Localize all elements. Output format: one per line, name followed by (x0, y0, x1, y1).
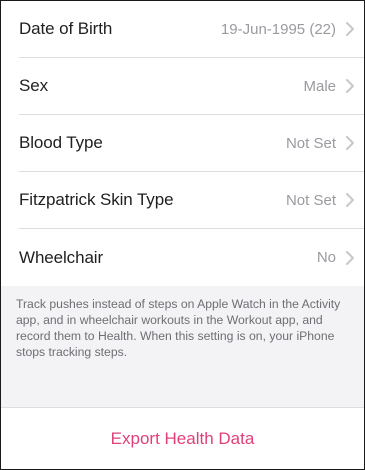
row-value: Male (303, 77, 336, 95)
row-value: Not Set (285, 134, 336, 152)
row-label: Date of Birth (19, 19, 113, 38)
wheelchair-footnote: Track pushes instead of steps on Apple W… (16, 297, 341, 359)
chevron-right-icon (346, 22, 354, 36)
chevron-right-icon (346, 193, 354, 207)
chevron-right-icon (346, 250, 354, 265)
wheelchair-footnote-group: Track pushes instead of steps on Apple W… (1, 286, 364, 408)
export-health-data-button[interactable]: Export Health Data (1, 408, 364, 469)
chevron-right-icon (346, 136, 354, 150)
row-value: Not Set (285, 191, 336, 209)
row-label: Blood Type (19, 133, 103, 152)
row-label: Sex (19, 76, 48, 95)
row-blood-type[interactable]: Blood Type Not Set (19, 115, 364, 172)
row-sex[interactable]: Sex Male (19, 58, 364, 115)
chevron-right-icon (346, 79, 354, 93)
row-label: Wheelchair (19, 247, 104, 267)
row-date-of-birth[interactable]: Date of Birth 19-Jun-1995 (22) (19, 1, 364, 58)
row-fitzpatrick-skin-type[interactable]: Fitzpatrick Skin Type Not Set (19, 172, 364, 229)
row-label: Fitzpatrick Skin Type (19, 190, 174, 209)
row-wheelchair[interactable]: Wheelchair No (19, 229, 364, 286)
row-value: No (316, 249, 336, 266)
health-profile-screen: Date of Birth 19-Jun-1995 (22) Sex Male … (0, 0, 365, 470)
profile-settings-list: Date of Birth 19-Jun-1995 (22) Sex Male … (1, 1, 364, 286)
export-health-data-label: Export Health Data (110, 428, 255, 448)
row-value: 19-Jun-1995 (22) (220, 20, 336, 38)
